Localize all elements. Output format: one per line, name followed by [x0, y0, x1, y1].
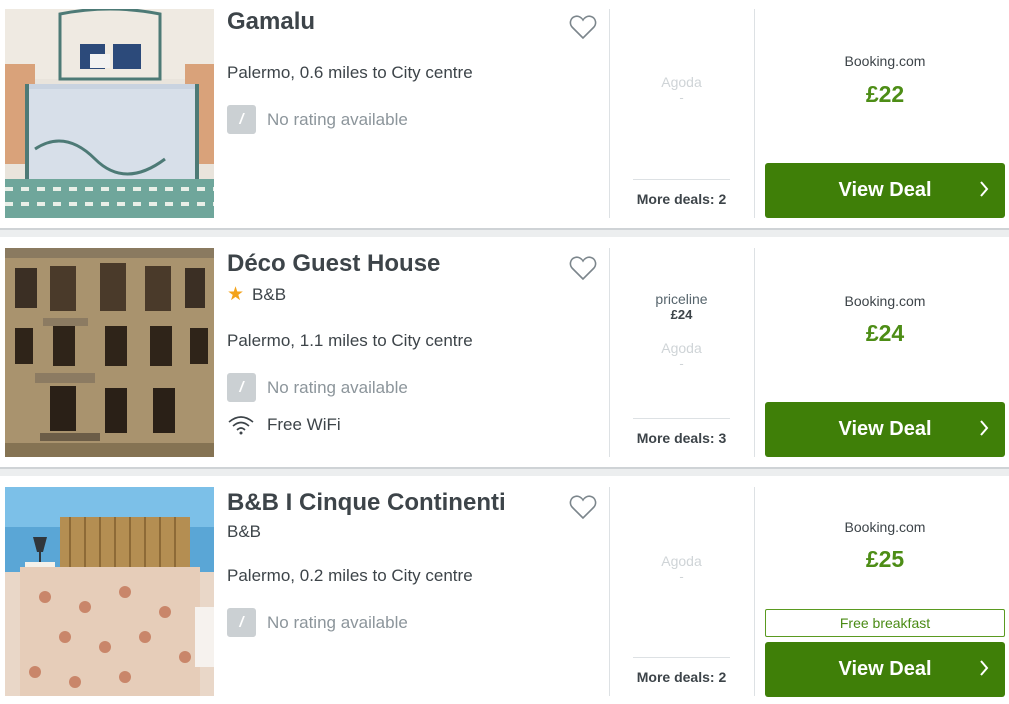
hotel-location: Palermo, 1.1 miles to City centre — [227, 331, 473, 350]
hotel-location: Palermo, 0.2 miles to City centre — [227, 566, 473, 585]
view-deal-button[interactable]: View Deal — [765, 642, 1005, 697]
divider — [754, 487, 755, 696]
hotel-type-label: B&B — [227, 522, 262, 541]
hotel-location: Palermo, 0.6 miles to City centre — [227, 63, 473, 82]
more-deals-link[interactable]: More deals: 3 — [633, 418, 730, 446]
hotel-name[interactable]: B&B I Cinque Continenti — [227, 489, 506, 517]
main-deal: Booking.com £24 View Deal — [765, 237, 1005, 465]
hotel-type-label: B&B — [252, 284, 287, 304]
provider-name: Agoda — [661, 74, 702, 90]
rating: / No rating available — [227, 608, 408, 637]
rating: / No rating available — [227, 105, 408, 134]
chevron-right-icon — [980, 181, 989, 197]
rating-badge: / — [227, 373, 256, 402]
hotel-card: Gamalu Palermo, 0.6 miles to City centre… — [0, 0, 1009, 228]
main-deal: Booking.com £22 View Deal — [765, 0, 1005, 228]
other-deals: Agoda - More deals: 2 — [611, 476, 752, 704]
divider — [609, 248, 610, 457]
other-deals: priceline £24 Agoda - More deals: 3 — [611, 237, 752, 465]
rating-text: No rating available — [267, 377, 408, 397]
card-separator — [0, 467, 1009, 476]
hotel-name[interactable]: Gamalu — [227, 8, 315, 36]
hotel-card: B&B I Cinque Continenti B&B Palermo, 0.2… — [0, 476, 1009, 700]
provider-price: - — [679, 569, 684, 584]
provider-price: £24 — [670, 307, 693, 322]
main-deal-price[interactable]: £24 — [765, 320, 1005, 347]
provider-name: Agoda — [661, 340, 702, 356]
provider-price: - — [679, 356, 684, 371]
hotel-name[interactable]: Déco Guest House — [227, 250, 440, 278]
divider — [754, 248, 755, 457]
star-icon: ★ — [227, 284, 245, 305]
hotel-photo-image — [5, 487, 214, 696]
main-deal-site: Booking.com — [844, 293, 926, 309]
main-deal-site: Booking.com — [844, 519, 926, 535]
chevron-right-icon — [980, 660, 989, 676]
favorite-heart-icon[interactable] — [569, 255, 597, 281]
provider-name: Agoda — [661, 553, 702, 569]
hotel-photo[interactable] — [5, 9, 214, 218]
other-deals: Agoda - More deals: 2 — [611, 0, 752, 228]
wifi-icon — [228, 416, 254, 435]
hotel-photo[interactable] — [5, 487, 214, 696]
hotel-photo-image — [5, 248, 214, 457]
provider-agoda[interactable]: Agoda - — [633, 340, 730, 371]
provider-name: priceline — [655, 291, 708, 307]
divider — [609, 487, 610, 696]
free-breakfast-badge: Free breakfast — [765, 609, 1005, 637]
rating-text: No rating available — [267, 109, 408, 129]
main-deal-price[interactable]: £25 — [765, 546, 1005, 573]
amenity: Free WiFi — [227, 415, 341, 435]
hotel-type: ★ B&B — [227, 283, 286, 306]
view-deal-label: View Deal — [838, 179, 932, 201]
provider-agoda[interactable]: Agoda - — [633, 74, 730, 105]
rating-badge: / — [227, 105, 256, 134]
hotel-photo[interactable] — [5, 248, 214, 457]
amenity-label: Free WiFi — [267, 415, 341, 434]
chevron-right-icon — [980, 420, 989, 436]
view-deal-label: View Deal — [838, 418, 932, 440]
hotel-type: B&B — [227, 522, 261, 542]
main-deal-site: Booking.com — [844, 53, 926, 69]
rating-text: No rating available — [267, 612, 408, 632]
rating-badge: / — [227, 608, 256, 637]
provider-priceline[interactable]: priceline £24 — [633, 291, 730, 322]
favorite-heart-icon[interactable] — [569, 494, 597, 520]
view-deal-button[interactable]: View Deal — [765, 402, 1005, 457]
favorite-heart-icon[interactable] — [569, 14, 597, 40]
view-deal-label: View Deal — [838, 658, 932, 680]
more-deals-link[interactable]: More deals: 2 — [633, 179, 730, 207]
rating: / No rating available — [227, 373, 408, 402]
provider-price: - — [679, 90, 684, 105]
hotel-photo-image — [5, 9, 214, 218]
divider — [609, 9, 610, 218]
card-separator — [0, 228, 1009, 237]
hotel-card: Déco Guest House ★ B&B Palermo, 1.1 mile… — [0, 237, 1009, 467]
view-deal-button[interactable]: View Deal — [765, 163, 1005, 218]
provider-agoda[interactable]: Agoda - — [633, 553, 730, 584]
main-deal-price[interactable]: £22 — [765, 81, 1005, 108]
divider — [754, 9, 755, 218]
more-deals-link[interactable]: More deals: 2 — [633, 657, 730, 685]
main-deal: Booking.com £25 Free breakfast View Deal — [765, 476, 1005, 704]
